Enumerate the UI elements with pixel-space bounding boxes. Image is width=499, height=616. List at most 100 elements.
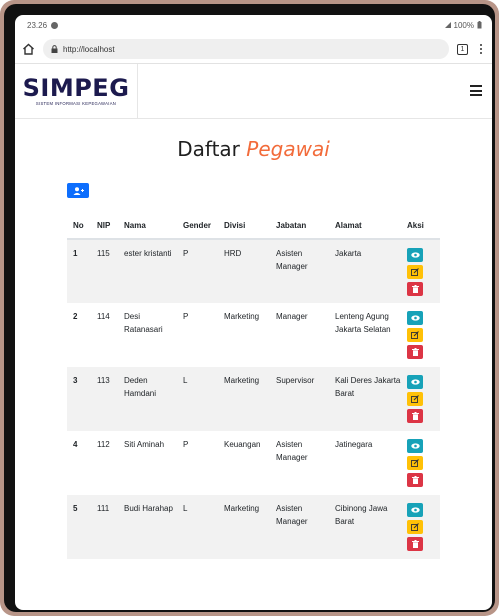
- table-row: 2 114 Desi Ratanasari P Marketing Manage…: [67, 303, 440, 367]
- trash-icon: [411, 285, 419, 293]
- cell-nama: Siti Aminah: [124, 440, 165, 449]
- table-row: 3 113 Deden Hamdani L Marketing Supervis…: [67, 367, 440, 431]
- edit-button[interactable]: [407, 328, 423, 342]
- cell-alamat: Kali Deres Jakarta Barat: [329, 367, 401, 431]
- col-no: No: [67, 212, 91, 240]
- edit-button[interactable]: [407, 392, 423, 406]
- cell-alamat: Cibinong Jawa Barat: [329, 495, 401, 559]
- edit-icon: [411, 331, 419, 339]
- lock-icon: [51, 45, 58, 53]
- cell-jabatan: Asisten Manager: [276, 440, 308, 462]
- cell-nama: Deden Hamdani: [118, 367, 177, 431]
- browser-toolbar: http://localhost 1: [15, 35, 492, 64]
- view-icon: [410, 315, 420, 321]
- cell-gender: P: [183, 440, 189, 449]
- address-bar[interactable]: http://localhost: [43, 39, 449, 59]
- status-bar: 23.26 100%: [15, 15, 492, 35]
- delete-button[interactable]: [407, 473, 423, 487]
- browser-menu-icon[interactable]: [476, 44, 486, 54]
- edit-button[interactable]: [407, 456, 423, 470]
- col-aksi: Aksi: [401, 212, 440, 240]
- home-icon[interactable]: [21, 42, 35, 56]
- cell-no: 5: [67, 495, 91, 559]
- cell-nip: 115: [91, 239, 118, 303]
- trash-icon: [411, 412, 419, 420]
- table-row: 4 112 Siti Aminah P Keuangan Asisten Man…: [67, 431, 440, 495]
- col-nip: NIP: [91, 212, 118, 240]
- cell-nip: 113: [91, 367, 118, 431]
- view-button[interactable]: [407, 248, 423, 262]
- trash-icon: [411, 540, 419, 548]
- cell-nip: 112: [97, 440, 110, 449]
- delete-button[interactable]: [407, 282, 423, 296]
- col-alamat: Alamat: [329, 212, 401, 240]
- brand-logo[interactable]: SIMPEG SISTEM INFORMASI KEPEGAWAIAN: [15, 63, 138, 119]
- trash-icon: [411, 348, 419, 356]
- cell-aksi: [401, 367, 440, 431]
- edit-icon: [411, 459, 419, 467]
- cell-nama: Budi Harahap: [118, 495, 177, 559]
- edit-icon: [411, 523, 419, 531]
- brand-title: SIMPEG: [22, 74, 130, 102]
- add-employee-button[interactable]: [67, 183, 89, 198]
- notification-icon: [51, 21, 59, 29]
- trash-icon: [411, 476, 419, 484]
- cell-jabatan: Asisten Manager: [270, 495, 329, 559]
- table-row: 5 111 Budi Harahap L Marketing Asisten M…: [67, 495, 440, 559]
- col-gender: Gender: [177, 212, 218, 240]
- cell-nama: ester kristanti: [118, 239, 177, 303]
- cell-divisi: HRD: [218, 239, 270, 303]
- cell-aksi: [401, 431, 440, 495]
- view-button[interactable]: [407, 503, 423, 517]
- cell-gender: P: [183, 312, 189, 321]
- url-text: http://localhost: [63, 44, 115, 54]
- page-title-accent: Pegawai: [246, 137, 330, 161]
- tab-switcher-button[interactable]: 1: [457, 43, 468, 55]
- col-divisi: Divisi: [218, 212, 270, 240]
- hamburger-menu-icon[interactable]: [470, 85, 482, 96]
- col-nama: Nama: [118, 212, 177, 240]
- cell-no: 3: [67, 367, 91, 431]
- cell-divisi: Marketing: [218, 367, 270, 431]
- cell-gender: L: [177, 367, 218, 431]
- device-bezel: 23.26 100% http://localhost 1 SIMPEG SIS…: [4, 4, 495, 612]
- col-jabatan: Jabatan: [270, 212, 329, 240]
- edit-icon: [411, 268, 419, 276]
- status-time: 23.26: [27, 20, 48, 30]
- signal-icon: [444, 22, 451, 28]
- delete-button[interactable]: [407, 537, 423, 551]
- battery-level: 100%: [453, 20, 474, 30]
- employee-table: No NIP Nama Gender Divisi Jabatan Alamat…: [67, 212, 440, 559]
- cell-divisi: Marketing: [218, 495, 270, 559]
- view-icon: [410, 443, 420, 449]
- cell-nama: Desi Ratanasari: [124, 312, 163, 334]
- edit-button[interactable]: [407, 265, 423, 279]
- cell-alamat: Lenteng Agung Jakarta Selatan: [335, 312, 391, 334]
- view-icon: [410, 507, 420, 513]
- cell-alamat: Jakarta: [329, 239, 401, 303]
- cell-divisi: Marketing: [224, 312, 260, 321]
- edit-button[interactable]: [407, 520, 423, 534]
- battery-icon: [477, 21, 482, 29]
- brand-subtitle: SISTEM INFORMASI KEPEGAWAIAN: [35, 101, 117, 106]
- screen: 23.26 100% http://localhost 1 SIMPEG SIS…: [15, 15, 492, 610]
- table-row: 1 115 ester kristanti P HRD Asisten Mana…: [67, 239, 440, 303]
- cell-gender: P: [177, 239, 218, 303]
- edit-icon: [411, 395, 419, 403]
- delete-button[interactable]: [407, 409, 423, 423]
- delete-button[interactable]: [407, 345, 423, 359]
- app-header: SIMPEG SISTEM INFORMASI KEPEGAWAIAN: [15, 63, 492, 119]
- table-header-row: No NIP Nama Gender Divisi Jabatan Alamat…: [67, 212, 440, 240]
- page-title: Daftar Pegawai: [15, 137, 492, 161]
- cell-no: 1: [67, 239, 91, 303]
- add-user-icon: [73, 186, 84, 195]
- cell-nip: 111: [91, 495, 118, 559]
- view-button[interactable]: [407, 375, 423, 389]
- device-frame: 23.26 100% http://localhost 1 SIMPEG SIS…: [0, 0, 499, 616]
- view-button[interactable]: [407, 311, 423, 325]
- cell-aksi: [401, 495, 440, 559]
- cell-nip: 114: [97, 312, 110, 321]
- cell-no: 2: [73, 312, 78, 321]
- view-icon: [410, 252, 420, 258]
- view-button[interactable]: [407, 439, 423, 453]
